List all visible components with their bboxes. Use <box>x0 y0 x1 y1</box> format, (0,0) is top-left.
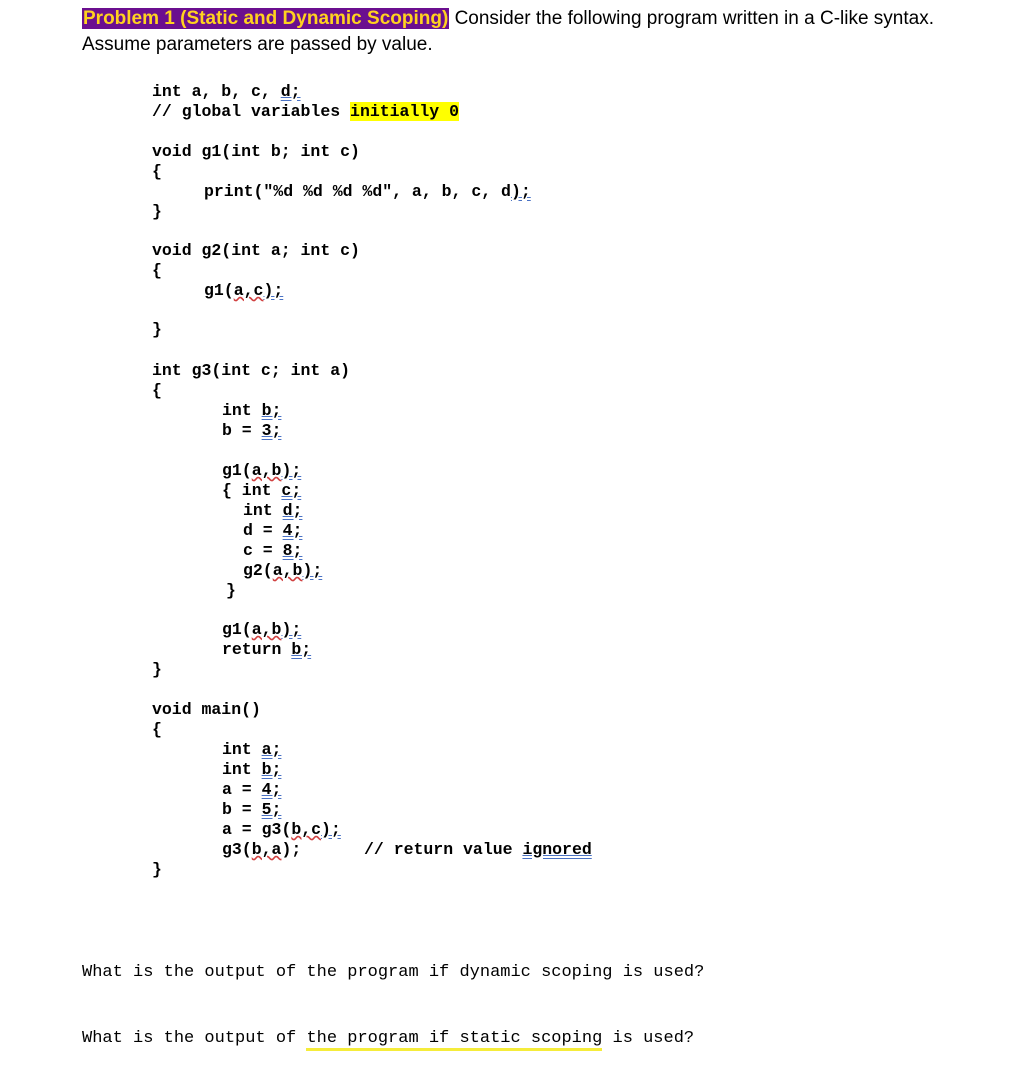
code-text: ); <box>281 620 302 639</box>
code-text: ); <box>510 182 531 201</box>
question-dynamic: What is the output of the program if dyn… <box>82 963 705 982</box>
code-text: int <box>243 501 283 520</box>
problem-title: Problem 1 (Static and Dynamic Scoping) <box>82 8 450 29</box>
code-text: ); <box>281 840 302 859</box>
code-text: d; <box>282 501 303 520</box>
g3-line: g2(a,b); <box>243 561 322 581</box>
code-text: b,c <box>291 820 322 839</box>
code-text: int a, b, c, <box>152 82 281 101</box>
code-text: ); <box>263 281 284 300</box>
g1-close-brace: } <box>152 202 162 221</box>
g3-inner-close-brace: } <box>226 581 236 600</box>
code-text: 4; <box>261 780 282 799</box>
g2-open-brace: { <box>152 261 162 280</box>
code-text: g3( <box>222 840 252 859</box>
code-text: a = g3( <box>222 820 292 839</box>
code-text: b; <box>261 760 282 779</box>
code-text: b = <box>222 421 262 440</box>
code-text: a = <box>222 780 262 799</box>
g3-line: int d; <box>243 501 302 521</box>
g3-close-brace: } <box>152 660 162 679</box>
code-g3: int g3(int c; int a) { int b; b = 3; g1(… <box>152 361 350 679</box>
main-line: int b; <box>222 760 281 780</box>
code-text: 3; <box>261 421 282 440</box>
intro-line-1: Problem 1 (Static and Dynamic Scoping) C… <box>82 6 934 32</box>
code-text: a,b <box>251 461 282 480</box>
main-open-brace: { <box>152 720 162 739</box>
code-text: What is the output of <box>82 1029 307 1048</box>
code-text: a,b <box>272 561 303 580</box>
g3-line: int b; <box>222 401 281 421</box>
main-close-brace: } <box>152 860 162 879</box>
global-decl: int a, b, c, d; <box>152 82 301 102</box>
code-text: // return value <box>364 840 523 859</box>
code-text: ); <box>321 820 341 839</box>
code-text: int <box>222 760 262 779</box>
g3-line: c = 8; <box>243 541 302 561</box>
code-text: is used? <box>602 1029 695 1048</box>
main-line: a = g3(b,c); <box>222 820 341 840</box>
g2-close-brace: } <box>152 320 162 339</box>
g2-signature: void g2(int a; int c) <box>152 241 360 260</box>
global-comment: // global variables initially 0 <box>152 102 459 122</box>
g3-line: { int c; <box>222 481 301 501</box>
code-text: g1( <box>204 281 234 300</box>
g3-line: d = 4; <box>243 521 302 541</box>
code-text: ); <box>302 561 323 580</box>
code-globals-g1: int a, b, c, d; // global variables init… <box>152 82 531 221</box>
code-text: c = <box>243 541 283 560</box>
code-text: 5; <box>261 800 282 819</box>
g1-open-brace: { <box>152 162 162 181</box>
code-text: b = <box>222 800 262 819</box>
main-line: g3(b,a); <box>222 840 301 860</box>
code-text: a,c <box>233 281 264 300</box>
g3-signature: int g3(int c; int a) <box>152 361 351 380</box>
main-line: int a; <box>222 740 281 760</box>
code-text: g1( <box>222 461 252 480</box>
problem-intro: Problem 1 (Static and Dynamic Scoping) C… <box>82 6 934 58</box>
code-text: d; <box>280 82 301 101</box>
code-text: 4; <box>282 521 303 540</box>
code-text: g1( <box>222 620 252 639</box>
g3-line: return b; <box>222 640 311 660</box>
code-text: b; <box>261 401 282 420</box>
code-text: int <box>222 401 262 420</box>
main-signature: void main() <box>152 700 261 719</box>
code-text: a; <box>261 740 282 759</box>
question-static: What is the output of the program if sta… <box>82 1028 704 1051</box>
main-line: a = 4; <box>222 780 281 800</box>
code-text: a,b <box>251 620 282 639</box>
highlighted-text: the program if static scoping <box>306 1029 603 1051</box>
g3-line: g1(a,b); <box>222 620 301 640</box>
main-comment: // return value ignored <box>364 840 592 860</box>
g3-open-brace: { <box>152 381 162 400</box>
g2-body: g1(a,c); <box>204 281 283 301</box>
g1-signature: void g1(int b; int c) <box>152 142 360 161</box>
code-text: b; <box>291 640 312 659</box>
code-text: int <box>222 740 262 759</box>
g3-line: b = 3; <box>222 421 281 441</box>
intro-line-2: Assume parameters are passed by value. <box>82 34 433 55</box>
g1-body: print("%d %d %d %d", a, b, c, d); <box>204 182 531 202</box>
questions: What is the output of the program if dyn… <box>82 918 704 1072</box>
code-g2: void g2(int a; int c) { g1(a,c); } <box>152 241 360 340</box>
code-text: 8; <box>282 541 303 560</box>
highlighted-text: initially 0 <box>350 102 459 121</box>
main-line: b = 5; <box>222 800 281 820</box>
code-main: void main() { int a; int b; a = 4; b = 5… <box>152 700 592 918</box>
code-text: { int <box>222 481 282 500</box>
intro-text: Consider the following program written i… <box>449 8 935 29</box>
code-text: c; <box>281 481 302 500</box>
code-text: ignored <box>522 840 592 859</box>
g3-line: g1(a,b); <box>222 461 301 481</box>
code-text: g2( <box>243 561 273 580</box>
code-text: return <box>222 640 292 659</box>
code-text: ); <box>281 461 302 480</box>
code-text: // global variables <box>152 102 351 121</box>
code-text: print("%d %d %d %d", a, b, c, d <box>204 182 511 201</box>
code-text: b,a <box>251 840 282 859</box>
code-text: d = <box>243 521 283 540</box>
